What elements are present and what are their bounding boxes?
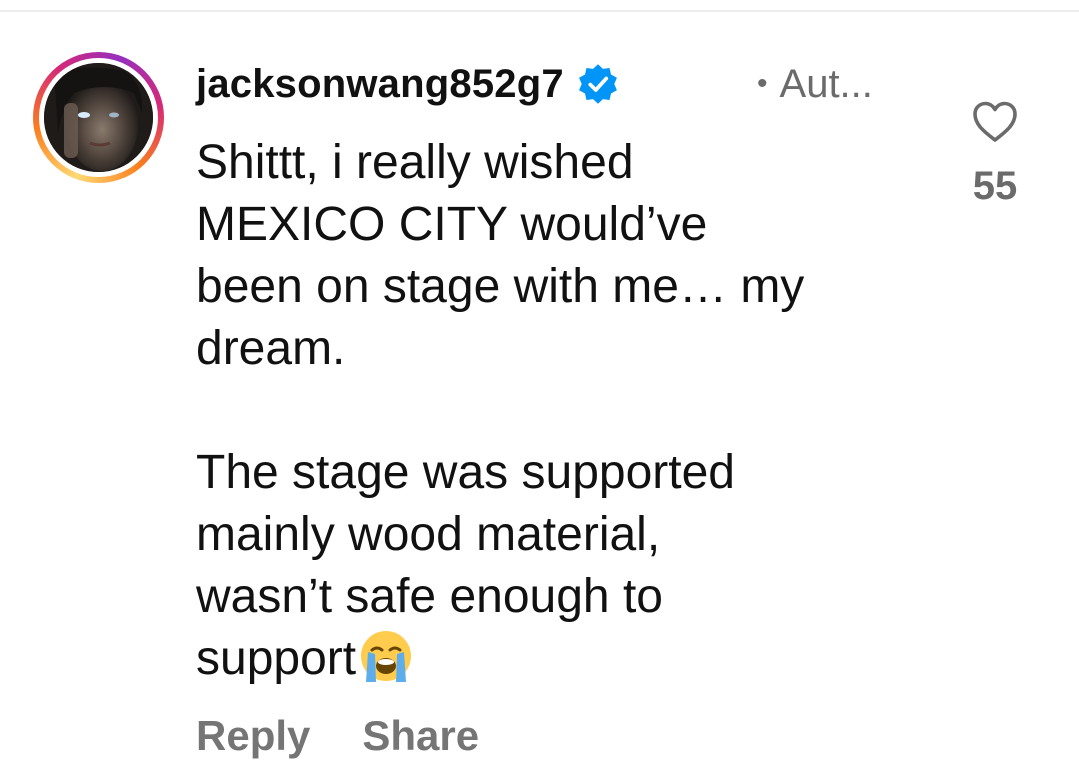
comment-actions: Reply Share (196, 708, 479, 764)
verified-badge-icon (578, 64, 617, 104)
separator-dot: • (757, 67, 768, 100)
comment-meta: • Aut... (757, 56, 873, 112)
heart-icon[interactable] (971, 100, 1019, 144)
avatar-story-ring[interactable] (33, 52, 164, 183)
top-divider (0, 10, 1079, 12)
avatar-photo (44, 63, 153, 172)
meta-text: Aut... (779, 61, 873, 106)
username[interactable]: jacksonwang852g7 (196, 62, 564, 107)
avatar[interactable] (44, 63, 153, 172)
comment-text-block: Shittt, i really wished MEXICO CITY woul… (196, 132, 926, 690)
username-row: jacksonwang852g7 (196, 56, 620, 112)
share-button[interactable]: Share (362, 712, 479, 760)
loudly-crying-face-emoji (361, 631, 412, 682)
comment-text: Shittt, i really wished MEXICO CITY woul… (196, 136, 805, 685)
reply-button[interactable]: Reply (196, 712, 310, 760)
like-count: 55 (972, 164, 1018, 208)
like-area: 55 (960, 100, 1030, 209)
